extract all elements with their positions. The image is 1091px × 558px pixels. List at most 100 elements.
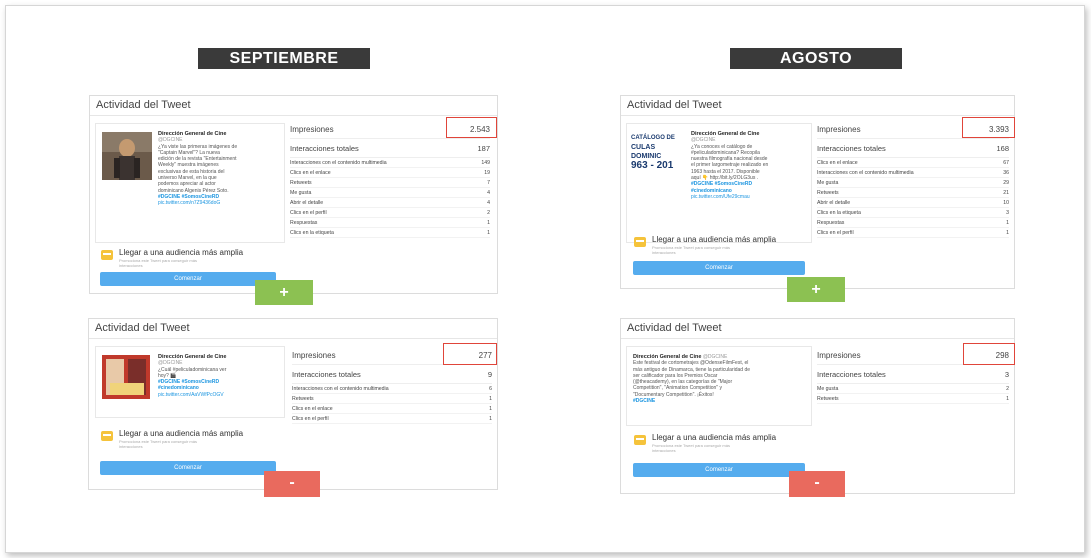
banner-agosto: AGOSTO [730, 48, 902, 69]
metric-label: Retweets [817, 189, 839, 196]
plus-button[interactable]: + [255, 280, 313, 305]
tweet-activity-card-ago-top: Actividad del Tweet CATÁLOGO DE CULAS DO… [620, 95, 1015, 289]
image-caption: CATÁLOGO DE [631, 135, 675, 141]
metric-value: 21 [1003, 189, 1009, 196]
promo-subtitle: interacciones [652, 448, 676, 453]
metric-label: Clics en el enlace [292, 405, 333, 412]
total-interactions-label: Interacciones totales [292, 369, 361, 379]
promo-subtitle: interacciones [119, 444, 143, 449]
tweet-text: Dirección General de Cine @DGCINE ¿Ya vi… [158, 131, 283, 207]
total-interactions-value: 3 [1004, 369, 1009, 379]
tweet-preview: Dirección General de Cine @DGCINE ¿Cuál … [95, 346, 285, 418]
metric-label: Me gusta [817, 385, 839, 392]
metric-row: Clics en el enlace 19 [290, 168, 490, 178]
metric-row: Retweets 1 [817, 394, 1009, 404]
tweet-handle: @DGCINE [702, 354, 728, 360]
metric-value: 1 [489, 395, 492, 402]
card-title: Actividad del Tweet [90, 96, 497, 116]
plus-button[interactable]: + [787, 277, 845, 302]
metric-row: Interacciones con el contenido multimedi… [292, 384, 492, 394]
metric-value: 1 [489, 405, 492, 412]
image-caption: 963 - 201 [631, 160, 674, 171]
tweet-text: Dirección General de Cine @DGCINE Este f… [633, 354, 809, 404]
promo-subtitle: interacciones [119, 263, 143, 268]
metric-value: 4 [487, 189, 490, 196]
tweet-link[interactable]: pic.twitter.com/n7Z9436doG [158, 200, 283, 206]
metric-value: 7 [487, 179, 490, 186]
start-button[interactable]: Comenzar [100, 461, 276, 475]
metric-label: Retweets [290, 179, 312, 186]
metric-row: Interacciones con el contenido multimedi… [290, 158, 490, 168]
metric-value: 2 [1006, 385, 1009, 392]
metric-value: 1 [1006, 219, 1009, 226]
metric-label: Me gusta [290, 189, 312, 196]
tweet-image [102, 355, 150, 399]
promote-icon [634, 237, 646, 247]
promo-section: Llegar a una audiencia más amplia Promoc… [95, 425, 285, 475]
start-button[interactable]: Comenzar [100, 272, 276, 286]
minus-button[interactable]: - [789, 471, 845, 497]
promote-icon [101, 250, 113, 260]
promo-subtitle: interacciones [652, 250, 676, 255]
start-button[interactable]: Comenzar [633, 261, 805, 275]
impressions-label: Impresiones [292, 350, 336, 360]
metric-row: Me gusta 2 [817, 384, 1009, 394]
tweet-author: Dirección General de Cine [633, 354, 702, 360]
metric-label: Respuestas [290, 219, 318, 226]
metric-row: Respuestas 1 [817, 218, 1009, 228]
metric-label: Me gusta [817, 179, 839, 186]
metric-value: 10 [1003, 199, 1009, 206]
metric-row: Clics en el perfil 2 [290, 208, 490, 218]
tweet-activity-card-sep-top: Actividad del Tweet Dirección General de… [89, 95, 498, 294]
metric-row: Abrir el detalle 4 [290, 198, 490, 208]
promo-title: Llegar a una audiencia más amplia [652, 433, 777, 442]
metric-label: Clics en el enlace [290, 169, 331, 176]
metric-value: 19 [484, 169, 490, 176]
metric-row: Abrir el detalle 10 [817, 198, 1009, 208]
metric-value: 3 [1006, 209, 1009, 216]
tweet-preview: Dirección General de Cine @DGCINE ¿Ya vi… [95, 123, 285, 243]
card-title: Actividad del Tweet [621, 96, 1014, 116]
card-title: Actividad del Tweet [621, 319, 1014, 339]
metric-row: Retweets 7 [290, 178, 490, 188]
total-interactions-label: Interacciones totales [817, 143, 886, 153]
minus-button[interactable]: - [264, 471, 320, 497]
total-interactions-row: Interacciones totales 187 [290, 139, 490, 158]
metric-label: Clics en la etiqueta [817, 209, 861, 216]
tweet-hashtags[interactable]: #DGCINE [633, 398, 809, 404]
metric-label: Interacciones con el contenido multimedi… [292, 385, 389, 392]
metric-label: Clics en el perfil [817, 229, 854, 236]
total-interactions-value: 9 [487, 369, 492, 379]
total-interactions-row: Interacciones totales 9 [292, 365, 492, 384]
metric-row: Retweets 1 [292, 394, 492, 404]
tweet-link[interactable]: pic.twitter.com/Ufe29cmau [691, 194, 811, 200]
promo-section: Llegar a una audiencia más amplia Promoc… [626, 233, 812, 277]
metric-row: Clics en la etiqueta 1 [290, 228, 490, 238]
tweet-activity-card-sep-bottom: Actividad del Tweet Dirección General de… [88, 318, 498, 490]
total-interactions-value: 168 [996, 143, 1009, 153]
metric-row: Respuestas 1 [290, 218, 490, 228]
metric-label: Abrir el detalle [290, 199, 324, 206]
total-interactions-row: Interacciones totales 168 [817, 139, 1009, 158]
promo-title: Llegar a una audiencia más amplia [652, 235, 777, 244]
promo-title: Llegar a una audiencia más amplia [119, 248, 244, 257]
impressions-highlight [962, 117, 1015, 138]
metric-value: 1 [1006, 229, 1009, 236]
tweet-text: Dirección General de Cine @DGCINE ¿Ya co… [691, 131, 811, 200]
metric-label: Clics en el perfil [292, 415, 329, 422]
metric-row: Clics en el enlace 1 [292, 404, 492, 414]
total-interactions-label: Interacciones totales [817, 369, 886, 379]
tweet-text: Dirección General de Cine @DGCINE ¿Cuál … [158, 354, 283, 398]
metric-row: Me gusta 4 [290, 188, 490, 198]
metric-label: Clics en el enlace [817, 159, 858, 166]
card-title: Actividad del Tweet [89, 319, 497, 339]
metric-label: Retweets [292, 395, 314, 402]
tweet-image: CATÁLOGO DE CULAS DOMINIC 963 - 201 [631, 134, 685, 171]
metric-value: 67 [1003, 159, 1009, 166]
tweet-link[interactable]: pic.twitter.com/AaVWfPcOGV [158, 392, 283, 398]
promo-title: Llegar a una audiencia más amplia [119, 429, 244, 438]
metric-value: 2 [487, 209, 490, 216]
start-button[interactable]: Comenzar [633, 463, 805, 477]
metric-value: 4 [487, 199, 490, 206]
metric-value: 1 [1006, 395, 1009, 402]
